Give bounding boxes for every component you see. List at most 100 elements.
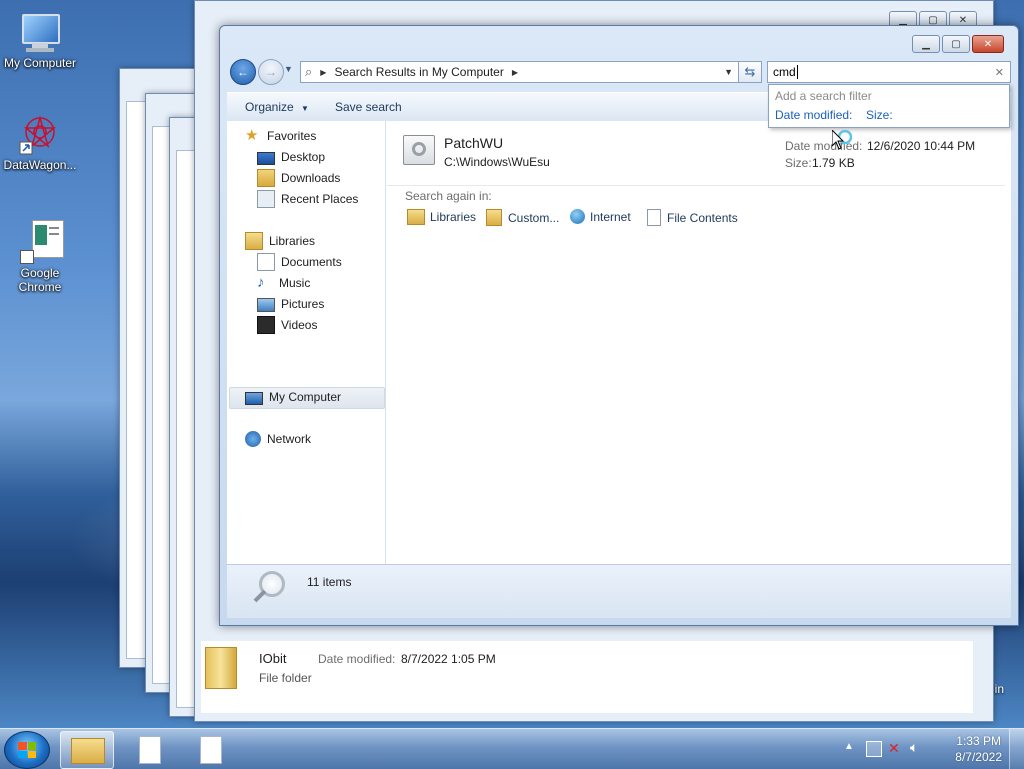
- background-window-content: IObit File folder Date modified: 8/7/202…: [201, 641, 973, 713]
- desktop-icon-label: My Computer: [3, 56, 77, 70]
- forward-button[interactable]: →: [258, 59, 284, 85]
- search-again-libraries[interactable]: Libraries: [407, 209, 476, 225]
- nav-label: Music: [279, 276, 311, 290]
- network-icon: [245, 431, 261, 447]
- breadcrumb-separator-icon[interactable]: ▶: [512, 68, 518, 77]
- nav-label: Libraries: [269, 234, 316, 248]
- filter-date-modified[interactable]: Date modified:: [775, 108, 852, 122]
- desktop-icon-google-chrome[interactable]: Google Chrome: [0, 220, 80, 294]
- chrome-shortcut-icon: [18, 220, 64, 264]
- search-results-icon: ⌕: [305, 64, 313, 79]
- windows-logo-icon: [18, 742, 36, 758]
- nav-label: My Computer: [269, 390, 342, 404]
- libraries-icon: [245, 232, 263, 250]
- breadcrumb-separator-icon[interactable]: ▶: [320, 68, 326, 77]
- refresh-button[interactable]: ⇆: [738, 61, 762, 83]
- address-dropdown-icon[interactable]: ▼: [724, 67, 733, 77]
- result-path: C:\Windows\WuEsu: [444, 155, 550, 169]
- clear-search-icon[interactable]: ✕: [995, 66, 1004, 79]
- taskbar-explorer-button[interactable]: [60, 731, 114, 769]
- show-hidden-icons-icon[interactable]: ▲: [844, 741, 854, 752]
- taskbar: ▲ ✕ 🔈︎ 1:33 PM 8/7/2022: [0, 728, 1024, 769]
- computer-icon: [18, 10, 62, 54]
- taskbar-document-button-1[interactable]: [125, 731, 177, 767]
- clock-time: 1:33 PM: [956, 734, 1001, 748]
- result-size-label: Size:: [785, 156, 812, 170]
- file-name: IObit: [259, 651, 287, 666]
- item-count: 11 items: [307, 575, 352, 589]
- computer-icon: [245, 391, 263, 405]
- nav-recent-places[interactable]: Recent Places: [257, 189, 358, 209]
- desktop-icon-my-computer[interactable]: My Computer: [0, 10, 80, 70]
- nav-pictures[interactable]: Pictures: [257, 294, 324, 314]
- nav-desktop[interactable]: Desktop: [257, 147, 325, 167]
- address-row: ← → ▼ ⌕ ▶ Search Results in My Computer …: [228, 58, 1011, 86]
- explorer-folder-icon: [71, 738, 105, 764]
- nav-videos[interactable]: Videos: [257, 315, 317, 335]
- mouse-cursor: [831, 128, 856, 154]
- videos-icon: [257, 316, 275, 334]
- search-again-label: Search again in:: [405, 189, 492, 203]
- content-pane: PatchWU C:\Windows\WuEsu Date modified: …: [385, 121, 1011, 564]
- search-again-file-contents[interactable]: File Contents: [647, 209, 738, 226]
- nav-label: Pictures: [281, 297, 325, 311]
- libraries-icon: [407, 209, 425, 225]
- document-icon: [139, 736, 161, 764]
- organize-menu[interactable]: Organize ▼: [237, 100, 317, 114]
- start-button[interactable]: [4, 731, 50, 769]
- desktop-icon-label: DataWagon...: [3, 158, 77, 172]
- show-desktop-button[interactable]: [1009, 729, 1024, 769]
- breadcrumb-location[interactable]: Search Results in My Computer: [334, 65, 503, 79]
- system-tray: ▲ ✕ 🔈︎ 1:33 PM 8/7/2022: [834, 729, 1024, 769]
- date-value: 8/7/2022 1:05 PM: [401, 652, 496, 666]
- organize-label: Organize: [245, 100, 294, 114]
- volume-icon[interactable]: 🔈︎: [910, 739, 918, 756]
- search-text[interactable]: cmd: [773, 65, 796, 79]
- datawagon-icon: [18, 112, 62, 156]
- recent-pages-dropdown-icon[interactable]: ▼: [284, 64, 293, 74]
- nav-libraries[interactable]: Libraries: [245, 231, 315, 251]
- nav-label: Videos: [281, 318, 318, 332]
- back-button[interactable]: ←: [230, 59, 256, 85]
- nav-label: Favorites: [267, 129, 317, 143]
- search-input[interactable]: cmd ✕: [767, 61, 1011, 83]
- close-button[interactable]: ✕: [972, 35, 1004, 53]
- document-icon: [200, 736, 222, 764]
- desktop-icon-label: Google Chrome: [18, 266, 62, 294]
- nav-my-computer[interactable]: My Computer: [245, 387, 341, 407]
- navigation-pane: ★ Favorites Desktop Downloads Recent Pla…: [227, 121, 386, 564]
- filter-size[interactable]: Size:: [866, 108, 893, 122]
- minimize-button[interactable]: ▁: [912, 35, 940, 53]
- address-bar[interactable]: ⌕ ▶ Search Results in My Computer ▶ ▼: [300, 61, 740, 83]
- file-contents-link: File Contents: [667, 210, 738, 225]
- save-search-button[interactable]: Save search: [327, 100, 410, 114]
- nav-favorites[interactable]: ★ Favorites: [245, 126, 316, 146]
- desktop-icon-datawagon[interactable]: DataWagon...: [0, 112, 80, 172]
- nav-downloads[interactable]: Downloads: [257, 168, 340, 188]
- nav-network[interactable]: Network: [245, 429, 311, 449]
- internet-globe-icon: [570, 209, 585, 224]
- nav-label: Documents: [281, 255, 342, 269]
- nav-label: Recent Places: [281, 192, 359, 206]
- taskbar-document-button-2[interactable]: [186, 731, 238, 767]
- batch-file-icon: [403, 135, 435, 165]
- nav-label: Desktop: [281, 150, 326, 164]
- text-cursor: [796, 65, 798, 79]
- network-disconnected-icon[interactable]: ✕: [888, 740, 900, 757]
- action-center-icon[interactable]: [866, 741, 882, 757]
- clock[interactable]: 1:33 PM 8/7/2022: [955, 733, 1002, 765]
- search-filter-popup: Add a search filter Date modified: Size:: [768, 84, 1010, 128]
- details-pane: 11 items: [227, 564, 1011, 618]
- internet-link: Internet: [590, 209, 631, 224]
- search-again-internet[interactable]: Internet: [570, 209, 631, 224]
- maximize-button[interactable]: ▢: [942, 35, 970, 53]
- clock-date: 8/7/2022: [955, 750, 1002, 764]
- pictures-icon: [257, 298, 275, 312]
- chevron-down-icon: ▼: [301, 104, 309, 113]
- explorer-body: ★ Favorites Desktop Downloads Recent Pla…: [227, 121, 1011, 564]
- result-item[interactable]: PatchWU C:\Windows\WuEsu Date modified: …: [385, 125, 1011, 183]
- nav-music[interactable]: ♪ Music: [257, 273, 310, 293]
- result-size-value: 1.79 KB: [812, 156, 855, 170]
- search-again-custom[interactable]: Custom...: [486, 209, 559, 226]
- nav-documents[interactable]: Documents: [257, 252, 342, 272]
